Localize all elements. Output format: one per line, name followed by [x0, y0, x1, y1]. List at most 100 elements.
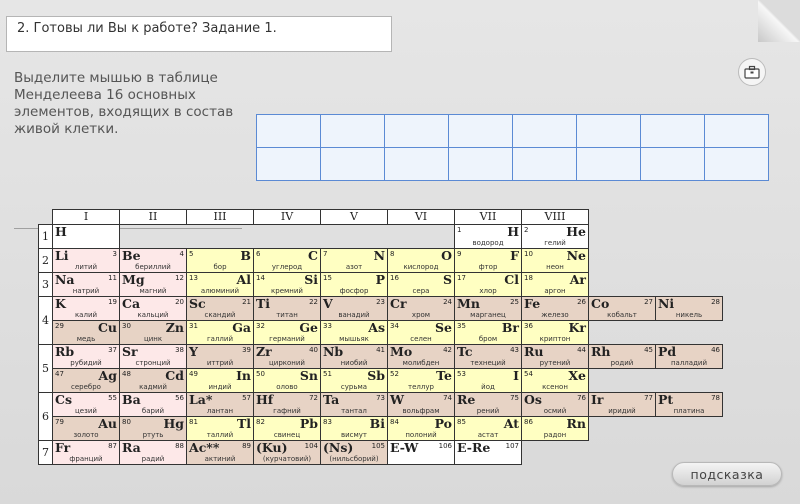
answer-slot[interactable]: [384, 114, 449, 148]
element-cell[interactable]: E-W 106: [387, 440, 455, 465]
answer-slot[interactable]: [256, 114, 321, 148]
atomic-number: 80: [122, 418, 131, 426]
element-cell[interactable]: Co 27 кобальт: [588, 296, 656, 321]
element-cell[interactable]: Li 3 литий: [52, 248, 120, 273]
element-cell[interactable]: Zr 40 цирконий: [253, 344, 321, 369]
element-cell[interactable]: Rb 37 рубидий: [52, 344, 120, 369]
element-cell[interactable]: Sc 21 скандий: [186, 296, 254, 321]
element-cell[interactable]: Ir 77 иридий: [588, 392, 656, 417]
element-cell[interactable]: Ru 44 рутений: [521, 344, 589, 369]
element-cell[interactable]: I 53 йод: [454, 368, 522, 393]
element-cell[interactable]: Cd 48 кадмий: [119, 368, 187, 393]
answer-slot[interactable]: [384, 147, 449, 181]
element-cell[interactable]: H: [52, 224, 120, 249]
element-cell[interactable]: Te 52 теллур: [387, 368, 455, 393]
element-cell[interactable]: Be 4 бериллий: [119, 248, 187, 273]
element-cell[interactable]: Pt 78 платина: [655, 392, 723, 417]
element-cell[interactable]: In 49 индий: [186, 368, 254, 393]
element-cell[interactable]: Ca 20 кальций: [119, 296, 187, 321]
element-cell[interactable]: W 74 вольфрам: [387, 392, 455, 417]
answer-slot[interactable]: [704, 147, 769, 181]
element-cell[interactable]: Ta 73 тантал: [320, 392, 388, 417]
element-cell[interactable]: Y 39 иттрий: [186, 344, 254, 369]
answer-slot[interactable]: [640, 114, 705, 148]
element-cell[interactable]: P 15 фосфор: [320, 272, 388, 297]
element-cell[interactable]: (Ku) 104 (курчатовий): [253, 440, 321, 465]
element-cell[interactable]: Fe 26 железо: [521, 296, 589, 321]
element-cell[interactable]: S 16 сера: [387, 272, 455, 297]
element-cell[interactable]: At 85 астат: [454, 416, 522, 441]
element-cell[interactable]: Ne 10 неон: [521, 248, 589, 273]
element-cell[interactable]: Ni 28 никель: [655, 296, 723, 321]
element-cell[interactable]: Pb 82 свинец: [253, 416, 321, 441]
atomic-number: 7: [323, 250, 328, 258]
element-cell[interactable]: Hg 80 ртуть: [119, 416, 187, 441]
element-cell[interactable]: Sb 51 сурьма: [320, 368, 388, 393]
element-cell[interactable]: Ga 31 галлий: [186, 320, 254, 345]
element-cell[interactable]: Po 84 полоний: [387, 416, 455, 441]
answer-slot[interactable]: [320, 147, 385, 181]
answer-slot[interactable]: [640, 147, 705, 181]
element-cell[interactable]: Cs 55 цезий: [52, 392, 120, 417]
answer-slot[interactable]: [576, 114, 641, 148]
briefcase-icon[interactable]: [738, 58, 766, 86]
element-cell[interactable]: Si 14 кремний: [253, 272, 321, 297]
element-cell[interactable]: Ag 47 серебро: [52, 368, 120, 393]
element-cell[interactable]: Rh 45 родий: [588, 344, 656, 369]
element-cell[interactable]: Nb 41 ниобий: [320, 344, 388, 369]
element-cell[interactable]: H 1 водород: [454, 224, 522, 249]
element-cell[interactable]: Ti 22 титан: [253, 296, 321, 321]
element-cell[interactable]: Pd 46 палладий: [655, 344, 723, 369]
element-cell[interactable]: Rn 86 радон: [521, 416, 589, 441]
element-cell[interactable]: Re 75 рений: [454, 392, 522, 417]
element-cell[interactable]: Na 11 натрий: [52, 272, 120, 297]
element-cell[interactable]: Au 79 золото: [52, 416, 120, 441]
element-cell[interactable]: Ac** 89 актиний: [186, 440, 254, 465]
element-cell[interactable]: Se 34 селен: [387, 320, 455, 345]
element-cell[interactable]: Fr 87 франций: [52, 440, 120, 465]
element-cell[interactable]: Cl 17 хлор: [454, 272, 522, 297]
answer-slot[interactable]: [256, 147, 321, 181]
element-cell[interactable]: Ra 88 радий: [119, 440, 187, 465]
element-cell[interactable]: (Ns) 105 (нильсборий): [320, 440, 388, 465]
element-cell[interactable]: O 8 кислород: [387, 248, 455, 273]
element-cell[interactable]: Ge 32 германий: [253, 320, 321, 345]
element-cell[interactable]: Sr 38 стронций: [119, 344, 187, 369]
element-cell[interactable]: N 7 азот: [320, 248, 388, 273]
element-cell[interactable]: Mo 42 молибден: [387, 344, 455, 369]
element-cell[interactable]: Al 13 алюминий: [186, 272, 254, 297]
element-cell[interactable]: Os 76 осмий: [521, 392, 589, 417]
answer-slot[interactable]: [448, 114, 513, 148]
element-cell[interactable]: Xe 54 ксенон: [521, 368, 589, 393]
answer-slot[interactable]: [320, 114, 385, 148]
element-cell[interactable]: K 19 калий: [52, 296, 120, 321]
element-cell[interactable]: Cr 24 хром: [387, 296, 455, 321]
element-cell[interactable]: Sn 50 олово: [253, 368, 321, 393]
element-cell[interactable]: Ar 18 аргон: [521, 272, 589, 297]
element-cell[interactable]: Cu 29 медь: [52, 320, 120, 345]
element-cell[interactable]: Ba 56 барий: [119, 392, 187, 417]
element-cell[interactable]: F 9 фтор: [454, 248, 522, 273]
answer-slot[interactable]: [576, 147, 641, 181]
element-cell[interactable]: E-Re 107: [454, 440, 522, 465]
element-cell[interactable]: Mn 25 марганец: [454, 296, 522, 321]
answer-slot[interactable]: [448, 147, 513, 181]
element-cell[interactable]: Kr 36 криптон: [521, 320, 589, 345]
element-cell[interactable]: He 2 гелий: [521, 224, 589, 249]
element-cell[interactable]: Zn 30 цинк: [119, 320, 187, 345]
element-cell[interactable]: Mg 12 магний: [119, 272, 187, 297]
answer-slot[interactable]: [512, 147, 577, 181]
element-cell[interactable]: B 5 бор: [186, 248, 254, 273]
element-cell[interactable]: As 33 мышьяк: [320, 320, 388, 345]
element-cell[interactable]: C 6 углерод: [253, 248, 321, 273]
element-cell[interactable]: Bi 83 висмут: [320, 416, 388, 441]
element-cell[interactable]: Br 35 бром: [454, 320, 522, 345]
element-cell[interactable]: Tl 81 таллий: [186, 416, 254, 441]
hint-button[interactable]: подсказка: [672, 462, 782, 486]
answer-slot[interactable]: [704, 114, 769, 148]
element-cell[interactable]: Tc 43 технеций: [454, 344, 522, 369]
answer-slot[interactable]: [512, 114, 577, 148]
element-cell[interactable]: V 23 ванадий: [320, 296, 388, 321]
element-cell[interactable]: Hf 72 гафний: [253, 392, 321, 417]
element-cell[interactable]: La* 57 лантан: [186, 392, 254, 417]
